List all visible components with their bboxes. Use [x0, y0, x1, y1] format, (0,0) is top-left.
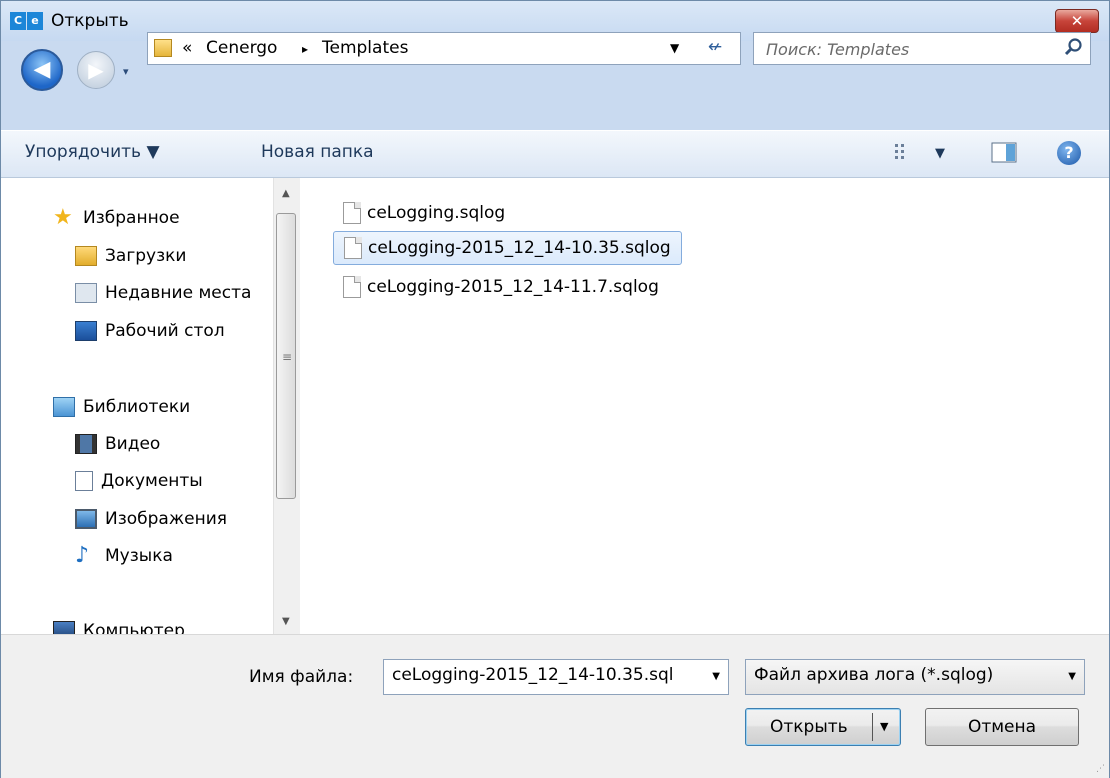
sidebar-item-label: Видео [105, 434, 161, 454]
music-note-icon: ♪ [75, 543, 90, 568]
open-button[interactable]: Открыть ▼ [745, 708, 901, 746]
command-bar: Упорядочить ▼ Новая папка ▼ ? [1, 130, 1109, 177]
file-type-dropdown-icon[interactable]: ▼ [1068, 671, 1076, 682]
app-icon: C e [10, 12, 44, 30]
sidebar-item-favorites[interactable]: ★ Избранное [53, 205, 180, 230]
scrollbar-thumb[interactable]: ≡ [276, 213, 296, 499]
breadcrumb-item[interactable]: Cenergo [206, 38, 277, 58]
sidebar-item-label: Компьютер [83, 621, 185, 634]
sidebar-item-desktop[interactable]: Рабочий стол [75, 321, 225, 341]
cancel-button[interactable]: Отмена [925, 708, 1079, 746]
filename-value: ceLogging-2015_12_14-10.35.sql [392, 665, 674, 685]
back-button[interactable]: ◀ [21, 49, 63, 91]
documents-icon [75, 471, 93, 491]
filename-label: Имя файла: [249, 667, 354, 687]
file-type-select[interactable]: Файл архива лога (*.sqlog) ▼ [745, 659, 1085, 695]
breadcrumb-separator-icon[interactable]: ▸ [302, 42, 308, 56]
sidebar-item-label: Рабочий стол [105, 321, 225, 341]
file-list: ceLogging.sqlog ceLogging-2015_12_14-10.… [301, 178, 1109, 634]
open-button-label: Открыть [770, 717, 848, 737]
scroll-down-arrow-icon[interactable]: ▼ [282, 616, 290, 627]
back-arrow-icon: ◀ [33, 57, 51, 82]
close-icon: ✕ [1070, 12, 1084, 30]
filename-field[interactable]: ceLogging-2015_12_14-10.35.sql ▼ [383, 659, 729, 695]
view-menu-chevron-icon[interactable]: ▼ [935, 146, 945, 161]
window-title: Открыть [51, 11, 129, 31]
sidebar-item-label: Избранное [83, 208, 180, 228]
forward-button[interactable]: ▶ [77, 51, 115, 89]
recent-places-icon [75, 283, 97, 303]
cancel-button-label: Отмена [967, 717, 1037, 737]
address-dropdown-icon[interactable]: ▼ [670, 41, 679, 55]
help-icon[interactable]: ? [1057, 141, 1081, 165]
preview-pane-icon[interactable] [991, 141, 1017, 165]
recent-locations-button[interactable]: ▾ [123, 65, 129, 78]
folder-icon [154, 39, 172, 57]
desktop-icon [75, 321, 97, 341]
search-icon[interactable] [1062, 35, 1086, 59]
sidebar-item-label: Музыка [105, 546, 173, 566]
filename-dropdown-icon[interactable]: ▼ [712, 671, 720, 682]
app-icon-left: C [10, 12, 26, 30]
video-icon [75, 434, 97, 454]
sidebar-item-documents[interactable]: Документы [75, 471, 203, 491]
sidebar-item-video[interactable]: Видео [75, 434, 160, 454]
resize-grip-icon[interactable]: ⋰ [1096, 764, 1105, 774]
sidebar-item-downloads[interactable]: Загрузки [75, 246, 186, 266]
open-options-dropdown-icon[interactable]: ▼ [880, 709, 888, 745]
search-input[interactable] [764, 37, 1058, 61]
app-icon-right: e [27, 12, 43, 30]
star-icon: ★ [53, 205, 73, 230]
downloads-folder-icon [75, 246, 97, 266]
scroll-up-arrow-icon[interactable]: ▲ [282, 188, 290, 199]
computer-icon [53, 621, 75, 634]
sidebar-item-recent-places[interactable]: Недавние места [75, 283, 251, 303]
libraries-icon [53, 397, 75, 417]
sidebar-item-computer[interactable]: Компьютер [53, 621, 185, 634]
new-folder-button[interactable]: Новая папка [261, 142, 374, 162]
sidebar-item-label: Библиотеки [83, 397, 191, 417]
scrollbar-grip-icon: ≡ [282, 350, 293, 364]
navigation-pane: ★ Избранное Загрузки Недавние места Рабо… [1, 178, 273, 634]
content-area: ★ Избранное Загрузки Недавние места Рабо… [1, 177, 1109, 634]
refresh-button[interactable]: ↚ [701, 33, 729, 61]
file-item[interactable]: ceLogging.sqlog [333, 196, 515, 230]
address-bar[interactable]: « Cenergo ▸ Templates ▼ [147, 32, 741, 65]
refresh-icon: ↚ [707, 37, 723, 57]
sidebar-item-label: Загрузки [105, 246, 187, 266]
sidebar-item-music[interactable]: ♪ Музыка [75, 543, 173, 568]
search-box[interactable] [753, 32, 1091, 65]
organize-menu-button[interactable]: Упорядочить ▼ [25, 142, 160, 162]
open-file-dialog: C e Открыть ✕ ◀ ▶ ▾ « Cenergo ▸ Template… [0, 0, 1110, 778]
breadcrumb-item[interactable]: Templates [322, 38, 408, 58]
view-grid-icon[interactable] [893, 141, 915, 163]
sidebar-item-libraries[interactable]: Библиотеки [53, 397, 190, 417]
chevron-down-icon: ▾ [123, 65, 129, 78]
file-icon [343, 202, 361, 224]
file-name: ceLogging-2015_12_14-11.7.sqlog [367, 277, 659, 297]
dialog-footer: Имя файла: ceLogging-2015_12_14-10.35.sq… [1, 634, 1109, 778]
file-item-selected[interactable]: ceLogging-2015_12_14-10.35.sqlog [333, 231, 682, 265]
file-name: ceLogging-2015_12_14-10.35.sqlog [368, 238, 671, 258]
file-type-value: Файл архива лога (*.sqlog) [754, 665, 994, 685]
forward-arrow-icon: ▶ [88, 58, 104, 82]
file-item[interactable]: ceLogging-2015_12_14-11.7.sqlog [333, 270, 669, 304]
sidebar-item-label: Документы [101, 471, 203, 491]
sidebar-item-pictures[interactable]: Изображения [75, 509, 227, 529]
breadcrumb-overflow-button[interactable]: « [182, 38, 192, 58]
sidebar-item-label: Изображения [105, 509, 228, 529]
navigation-pane-scrollbar[interactable]: ▲ ≡ ▼ [273, 178, 300, 634]
pictures-icon [75, 509, 97, 529]
file-name: ceLogging.sqlog [367, 203, 506, 223]
split-separator [872, 713, 873, 741]
sidebar-item-label: Недавние места [105, 283, 252, 303]
file-icon [344, 237, 362, 259]
close-button[interactable]: ✕ [1055, 9, 1099, 33]
file-icon [343, 276, 361, 298]
